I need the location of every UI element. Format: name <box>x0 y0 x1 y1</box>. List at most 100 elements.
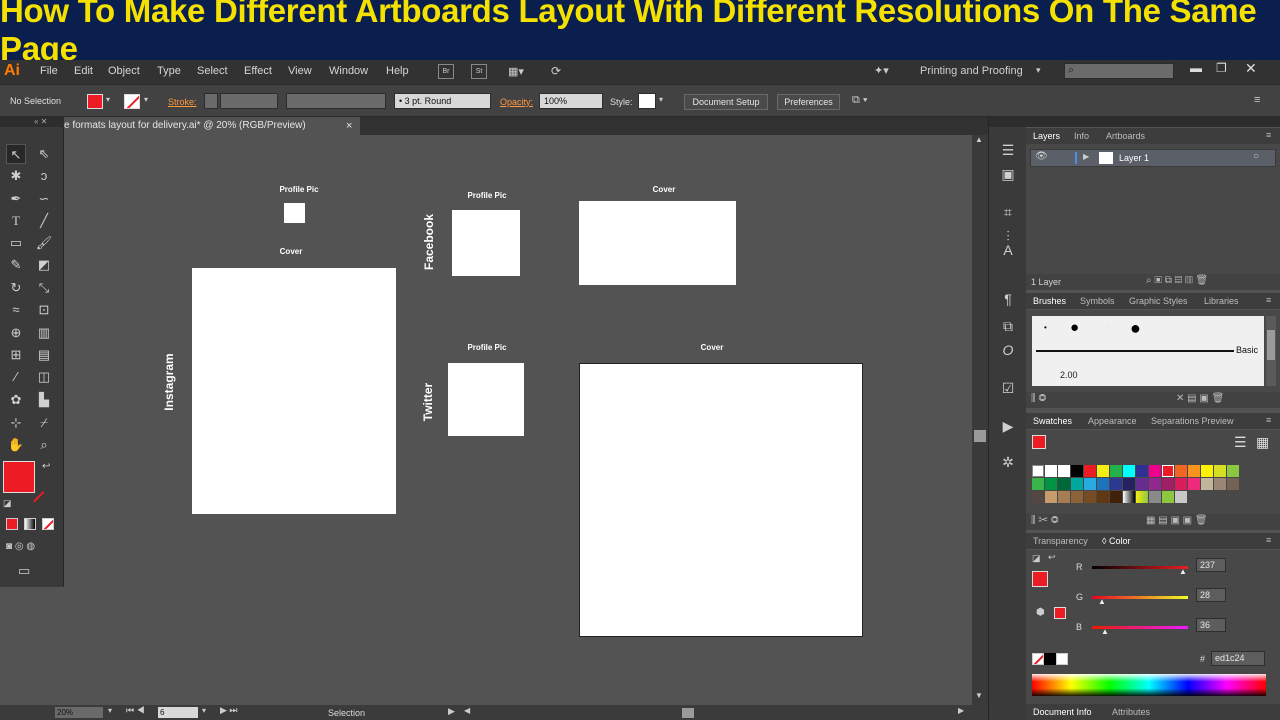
target-icon[interactable]: ○ <box>1253 151 1259 162</box>
paintbrush-icon[interactable]: 🖌 <box>34 233 54 253</box>
swatch-brown[interactable] <box>1071 491 1083 503</box>
symbols-dock-icon[interactable]: ✲ <box>999 453 1017 471</box>
first-artboard-icon[interactable]: ⏮ ◀ <box>126 705 145 716</box>
swatch-camel[interactable] <box>1045 491 1057 503</box>
arrange-documents-icon[interactable]: ▦▾ <box>508 65 524 78</box>
swatch-mid-blue[interactable] <box>1097 478 1109 490</box>
color-mode-icon[interactable] <box>6 518 18 530</box>
swatch-plum[interactable] <box>1162 478 1174 490</box>
none-mode-icon[interactable] <box>42 518 54 530</box>
screen-mode-icon[interactable]: ▭ <box>18 563 30 579</box>
r-value-input[interactable]: 237 <box>1196 558 1226 572</box>
character-icon[interactable]: A <box>999 241 1017 259</box>
transform-icon[interactable]: ▣ <box>999 165 1017 183</box>
swatch-red[interactable] <box>1084 465 1096 477</box>
play-action-icon[interactable]: ▶ <box>999 417 1017 435</box>
bridge-button[interactable]: Br <box>438 64 454 79</box>
gamut-color-swatch[interactable] <box>1054 607 1066 619</box>
swap-fill-stroke-icon[interactable]: ↩ <box>42 461 50 472</box>
swap-colors-icon[interactable]: ↩ <box>1048 552 1056 563</box>
artboard-navigation-input[interactable]: 6 <box>158 707 198 718</box>
swatch-cyan[interactable] <box>1123 465 1135 477</box>
variable-width-profile[interactable] <box>286 93 386 109</box>
black-color-swatch[interactable] <box>1044 653 1056 665</box>
stroke-dropdown-icon[interactable]: ▾ <box>144 95 148 104</box>
width-icon[interactable]: ≈ <box>6 300 26 320</box>
paragraph-icon[interactable]: ¶ <box>999 290 1017 308</box>
brush-dot-medium[interactable]: ● <box>1070 319 1079 336</box>
menu-view[interactable]: View <box>288 65 312 77</box>
fill-color-box[interactable] <box>3 461 35 493</box>
slice-icon[interactable]: ⌿ <box>34 413 54 433</box>
swatch-magenta[interactable] <box>1149 465 1161 477</box>
tab-brushes[interactable]: Brushes <box>1033 296 1066 306</box>
mesh-icon[interactable]: ⊞ <box>6 345 26 365</box>
rotate-icon[interactable]: ↻ <box>6 278 26 298</box>
twitter-cover-artboard[interactable] <box>579 363 863 637</box>
zoom-level-select[interactable]: 20% <box>55 707 103 718</box>
menu-effect[interactable]: Effect <box>244 65 272 77</box>
color-fill-box[interactable] <box>1032 571 1048 587</box>
tab-graphic-styles[interactable]: Graphic Styles <box>1129 296 1188 306</box>
swatch-pattern-1[interactable] <box>1149 491 1161 503</box>
eyedropper-icon[interactable]: ⁄ <box>6 367 26 387</box>
tab-document-info[interactable]: Document Info <box>1033 707 1092 717</box>
sync-settings-icon[interactable]: ✦▾ <box>874 64 889 77</box>
direct-selection-icon[interactable]: ⇖ <box>34 144 54 164</box>
tab-libraries[interactable]: Libraries <box>1204 296 1239 306</box>
brush-definition-dropdown[interactable]: • 3 pt. Round <box>394 93 491 109</box>
brushes-scrollbar[interactable] <box>1266 316 1276 386</box>
opacity-input[interactable]: 100% <box>539 93 603 109</box>
curvature-icon[interactable]: ∽ <box>34 189 54 209</box>
brush-dot-tiny[interactable]: · <box>1106 324 1108 330</box>
vertical-scrollbar[interactable]: ▲ ▼ <box>972 135 988 705</box>
scroll-left-icon[interactable]: ◀ <box>464 706 470 715</box>
grid-view-icon[interactable]: ▦ <box>1256 434 1269 451</box>
swatch-white[interactable] <box>1058 465 1070 477</box>
tab-attributes[interactable]: Attributes <box>1112 707 1150 717</box>
tab-info[interactable]: Info <box>1074 131 1089 141</box>
zoom-icon[interactable]: ⌕ <box>34 435 54 455</box>
swatch-pattern-2[interactable] <box>1162 491 1174 503</box>
white-color-swatch[interactable] <box>1056 653 1068 665</box>
control-panel-menu-icon[interactable]: ≡ <box>1254 94 1260 106</box>
status-menu-icon[interactable]: ▶ <box>448 706 455 717</box>
swatch-registration[interactable] <box>1045 465 1057 477</box>
swatches-fill-indicator[interactable] <box>1032 435 1046 449</box>
tab-separations-preview[interactable]: Separations Preview <box>1151 416 1234 426</box>
pencil-icon[interactable]: ✎ <box>6 255 26 275</box>
next-artboard-icon[interactable]: ▶ ⏭ <box>220 705 238 716</box>
menu-type[interactable]: Type <box>157 65 181 77</box>
menu-edit[interactable]: Edit <box>74 65 93 77</box>
search-stock-input[interactable]: ⌕ <box>1064 63 1174 79</box>
zoom-dropdown-icon[interactable]: ▾ <box>108 706 112 715</box>
menu-help[interactable]: Help <box>386 65 409 77</box>
swatches-footer-right-icons[interactable]: ▦ ▤ ▣ ▣ 🗑 <box>1146 515 1208 526</box>
blend-icon[interactable]: ◫ <box>34 367 54 387</box>
none-color-swatch[interactable] <box>1032 653 1044 665</box>
layer-name[interactable]: Layer 1 <box>1119 153 1149 163</box>
tab-appearance[interactable]: Appearance <box>1088 416 1137 426</box>
rectangle-icon[interactable]: ▭ <box>6 233 26 253</box>
stroke-label[interactable]: Stroke: <box>168 97 197 107</box>
swatch-selected[interactable] <box>1162 465 1174 477</box>
swatch-light-brown[interactable] <box>1058 491 1070 503</box>
swatch-forest[interactable] <box>1058 478 1070 490</box>
document-tab[interactable]: e formats layout for delivery.ai* @ 20% … <box>64 117 360 135</box>
g-value-input[interactable]: 28 <box>1196 588 1226 602</box>
swatch-green-2[interactable] <box>1032 478 1044 490</box>
swatch-none[interactable] <box>1032 465 1044 477</box>
r-slider-thumb[interactable]: ▲ <box>1179 567 1187 576</box>
tab-color[interactable]: ◊ Color <box>1102 536 1130 546</box>
graphic-style-swatch[interactable] <box>638 93 656 109</box>
instagram-cover-artboard[interactable] <box>192 268 396 514</box>
visibility-eye-icon[interactable]: 👁 <box>1035 151 1048 162</box>
swatch-teal[interactable] <box>1071 478 1083 490</box>
workspace-switcher[interactable]: Printing and Proofing <box>920 65 1023 77</box>
swatches-footer-left-icons[interactable]: ⫼ ✂ ◎ <box>1031 515 1059 526</box>
properties-icon[interactable]: ☰ <box>999 141 1017 159</box>
brush-dot-small[interactable]: • <box>1044 323 1047 332</box>
pathfinder-icon[interactable]: ⧉ <box>999 317 1017 335</box>
tab-transparency[interactable]: Transparency <box>1033 536 1088 546</box>
b-slider-thumb[interactable]: ▲ <box>1101 627 1109 636</box>
